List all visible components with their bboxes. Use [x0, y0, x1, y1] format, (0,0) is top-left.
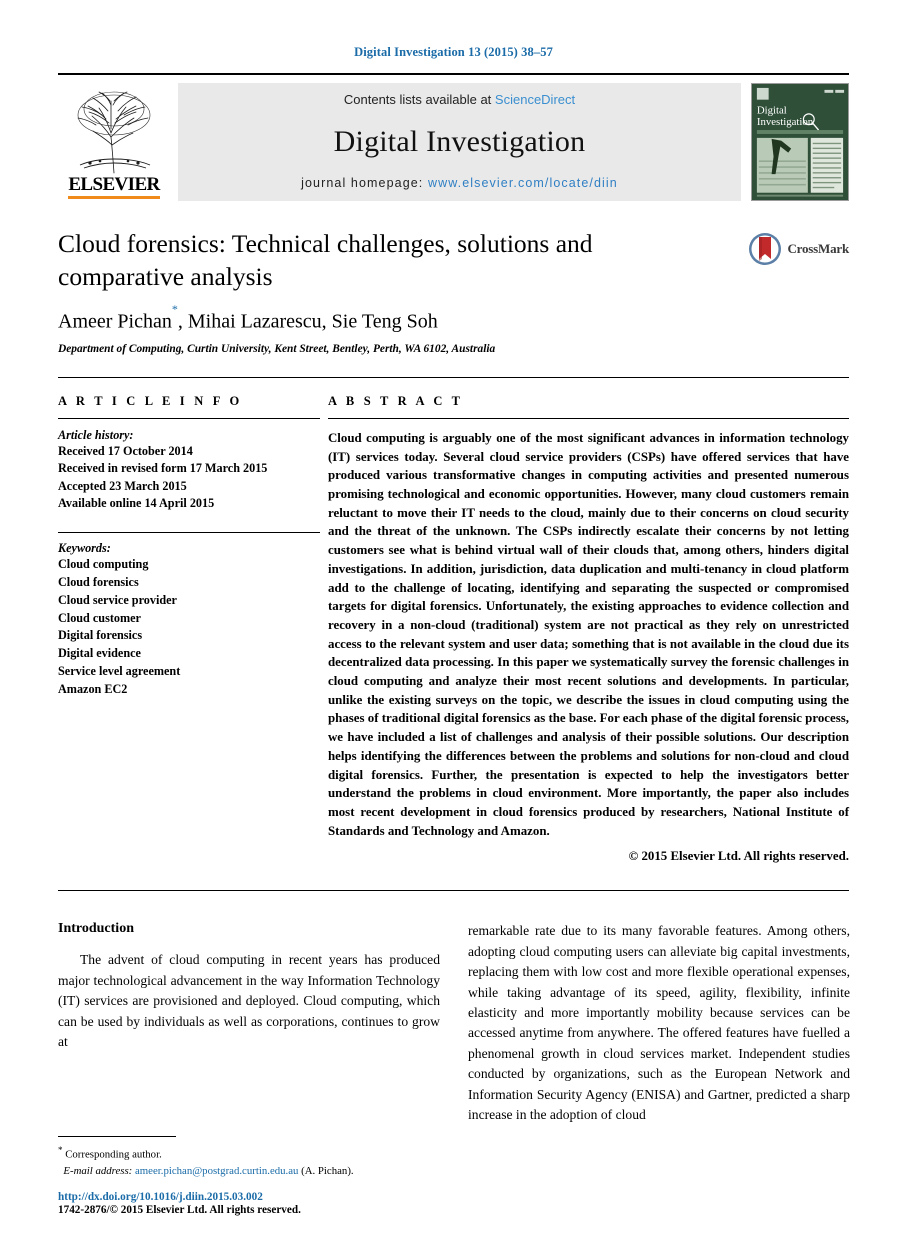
journal-cover-thumbnail: Digital Investigation [751, 83, 849, 201]
elsevier-logo: ELSEVIER [58, 83, 170, 201]
body-column-left: Introduction The advent of cloud computi… [58, 921, 440, 1125]
contents-lists-line: Contents lists available at ScienceDirec… [344, 92, 575, 107]
keyword-item: Cloud customer [58, 610, 141, 625]
footnote-rule [58, 1136, 176, 1138]
journal-homepage-line: journal homepage: www.elsevier.com/locat… [301, 176, 618, 190]
homepage-label: journal homepage: [301, 176, 424, 190]
article-info-rule [58, 417, 320, 419]
abstract-heading: A B S T R A C T [328, 393, 464, 408]
author-others: , Mihai Lazarescu, Sie Teng Soh [177, 310, 438, 333]
body-separator-rule [58, 890, 849, 892]
keyword-item: Cloud forensics [58, 575, 139, 590]
crossmark-icon [749, 233, 782, 265]
svg-text:Digital: Digital [757, 104, 787, 116]
keyword-item: Cloud computing [58, 557, 149, 572]
journal-banner: Contents lists available at ScienceDirec… [178, 83, 741, 201]
page-title: Cloud forensics: Technical challenges, s… [58, 229, 593, 291]
title-block: CrossMark Cloud forensics: Technical cha… [58, 228, 849, 355]
keyword-item: Service level agreement [58, 664, 181, 679]
abstract-copyright: © 2015 Elsevier Ltd. All rights reserved… [628, 849, 849, 864]
crossmark-badge[interactable]: CrossMark [748, 232, 849, 266]
email-label: E-mail address: [63, 1164, 133, 1177]
abstract-rule [328, 417, 849, 419]
abstract-text: Cloud computing is arguably one of the m… [328, 430, 849, 838]
intro-paragraph-right: remarkable rate due to its many favorabl… [468, 923, 850, 1122]
author-primary: Ameer Pichan [58, 310, 172, 333]
keyword-item: Digital evidence [58, 646, 141, 661]
corresponding-author-text: Corresponding author. [65, 1148, 162, 1161]
keywords-block: Keywords: Cloud computing Cloud forensic… [58, 532, 320, 699]
elsevier-orange-rule [68, 196, 160, 199]
footnote-area: * Corresponding author. E-mail address: … [58, 1136, 440, 1216]
body-column-right: remarkable rate due to its many favorabl… [468, 921, 850, 1125]
history-revised: Received in revised form 17 March 2015 [58, 461, 268, 476]
keyword-item: Amazon EC2 [58, 681, 128, 696]
corresponding-author-note: * Corresponding author. [58, 1144, 440, 1163]
article-history-label: Article history: [58, 427, 134, 442]
history-received: Received 17 October 2014 [58, 443, 193, 458]
body-columns: Introduction The advent of cloud computi… [58, 921, 850, 1125]
section-heading-introduction: Introduction [58, 921, 134, 937]
running-head: Digital Investigation 13 (2015) 38–57 [354, 45, 553, 59]
affiliation: Department of Computing, Curtin Universi… [58, 342, 496, 355]
email-link[interactable]: ameer.pichan@postgrad.curtin.edu.au [135, 1165, 298, 1177]
journal-masthead: ELSEVIER Contents lists available at Sci… [58, 73, 849, 201]
abstract-column: A B S T R A C T Cloud computing is argua… [320, 394, 849, 864]
email-author-suffix: (A. Pichan). [301, 1164, 354, 1177]
intro-paragraph-left: The advent of cloud computing in recent … [58, 952, 440, 1049]
journal-title: Digital Investigation [333, 124, 586, 158]
doi-link[interactable]: http://dx.doi.org/10.1016/j.diin.2015.03… [58, 1191, 440, 1203]
sciencedirect-link[interactable]: ScienceDirect [495, 92, 575, 107]
paper-page: Digital Investigation 13 (2015) 38–57 EL… [0, 0, 907, 1238]
keyword-item: Digital forensics [58, 628, 143, 643]
keyword-item: Cloud service provider [58, 592, 177, 607]
corresponding-author-marker[interactable]: * [172, 302, 178, 316]
history-accepted: Accepted 23 March 2015 [58, 478, 187, 493]
footnote-marker: * [58, 1145, 63, 1156]
elsevier-wordmark: ELSEVIER [68, 174, 160, 195]
svg-text:Investigation: Investigation [757, 116, 814, 128]
article-info-column: A R T I C L E I N F O Article history: R… [58, 394, 320, 864]
history-online: Available online 14 April 2015 [58, 495, 215, 510]
homepage-url-link[interactable]: www.elsevier.com/locate/diin [428, 176, 618, 190]
contents-lists-label: Contents lists available at [343, 92, 492, 107]
keywords-label: Keywords: [58, 541, 111, 556]
article-info-heading: A R T I C L E I N F O [58, 393, 243, 408]
author-list: Ameer Pichan*, Mihai Lazarescu, Sie Teng… [58, 302, 849, 334]
elsevier-tree-icon [66, 89, 162, 175]
email-note: E-mail address: ameer.pichan@postgrad.cu… [58, 1163, 440, 1179]
crossmark-label: CrossMark [787, 241, 849, 256]
info-abstract-section: A R T I C L E I N F O Article history: R… [58, 376, 849, 864]
issn-copyright: 1742-2876/© 2015 Elsevier Ltd. All right… [58, 1204, 301, 1216]
